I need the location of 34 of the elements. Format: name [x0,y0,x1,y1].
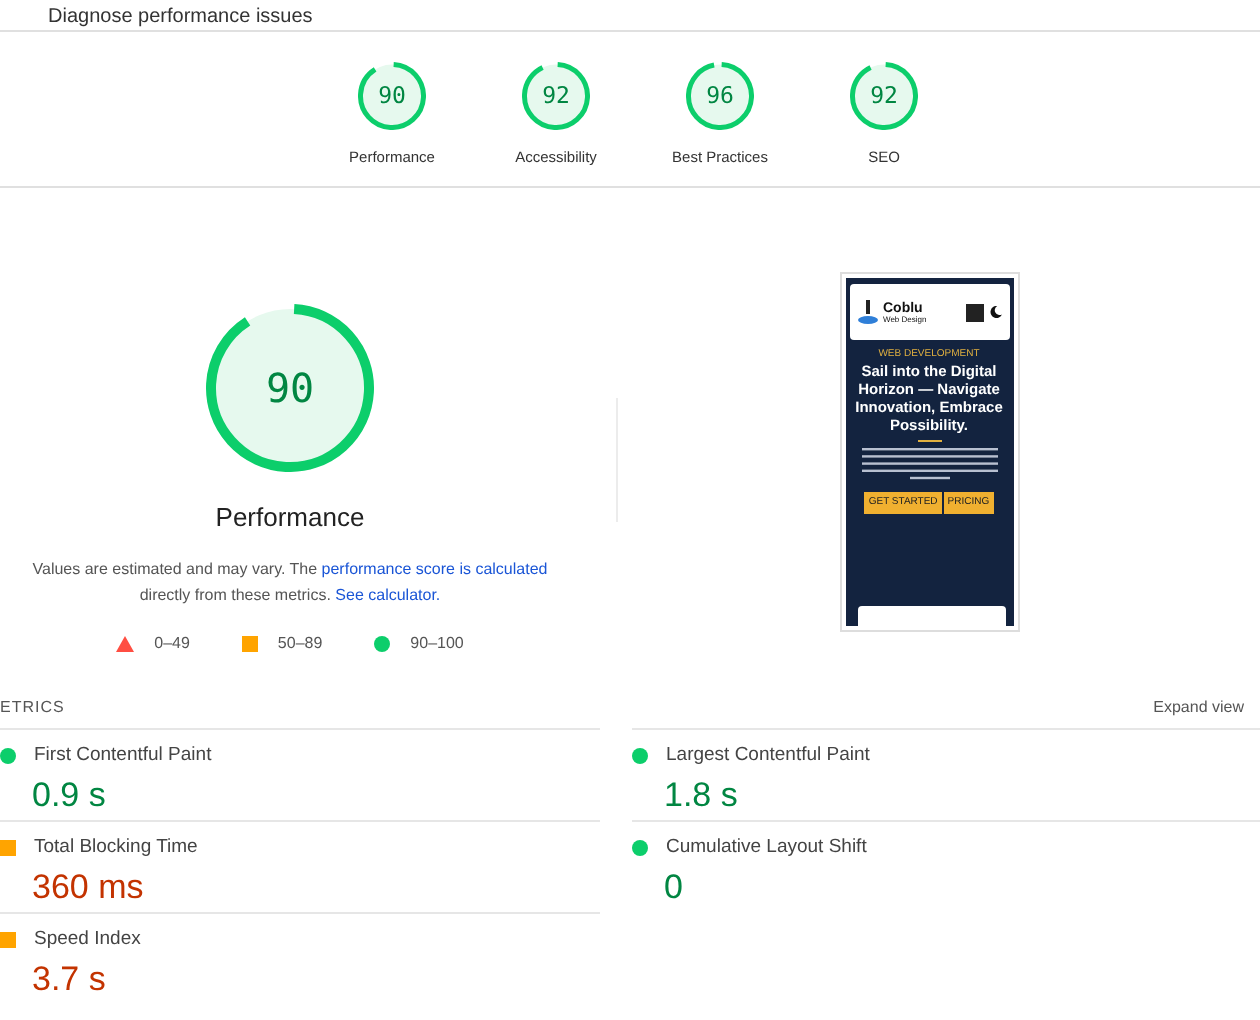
score-gauge [686,62,754,130]
metric-value: 0.9 s [30,773,108,815]
lighthouse-logo-icon [857,300,877,325]
moon-icon[interactable] [989,306,1001,319]
legend-range: 50–89 [277,631,323,656]
score-link[interactable]: performance score is calculated [321,559,548,578]
metric-name: Total Blocking Time [34,834,198,863]
gauge-label: Performance [215,500,365,537]
metric-name: Largest Contentful Paint [666,742,870,771]
headline-divider [917,440,941,443]
calculator-link[interactable]: See calculator. [335,585,441,604]
legend-range: 0–49 [154,631,190,656]
score-gauge [358,62,426,130]
menu-icon[interactable] [965,303,983,322]
score-gauge [522,62,590,130]
section-title: Diagnose performance issues [48,6,313,30]
score-gauge [850,62,918,130]
metric-value: 0 [662,865,685,907]
legend-range: 90–100 [410,631,464,656]
metric-value: 3.7 s [30,957,108,999]
metric-name: Speed Index [34,926,141,955]
score-value: 92 [870,84,898,108]
estimate-note: Values are estimated and may vary. The performance score is calculated directly from these metrics. See calculator. [30,557,550,608]
metric-name: Cumulative Layout Shift [666,834,867,863]
metric-value: 360 ms [30,865,146,907]
score-value: 90 [378,84,406,108]
expand-view-button[interactable]: Expand view [1153,696,1244,721]
score-value: 90 [265,368,315,409]
paragraph-lines-drawing [857,448,1001,485]
metric-value: 1.8 s [662,773,740,815]
metric-name: First Contentful Paint [34,742,212,771]
metrics-heading: ETRICS [0,696,65,721]
score-value: 96 [706,84,734,108]
score-value: 92 [542,84,570,108]
